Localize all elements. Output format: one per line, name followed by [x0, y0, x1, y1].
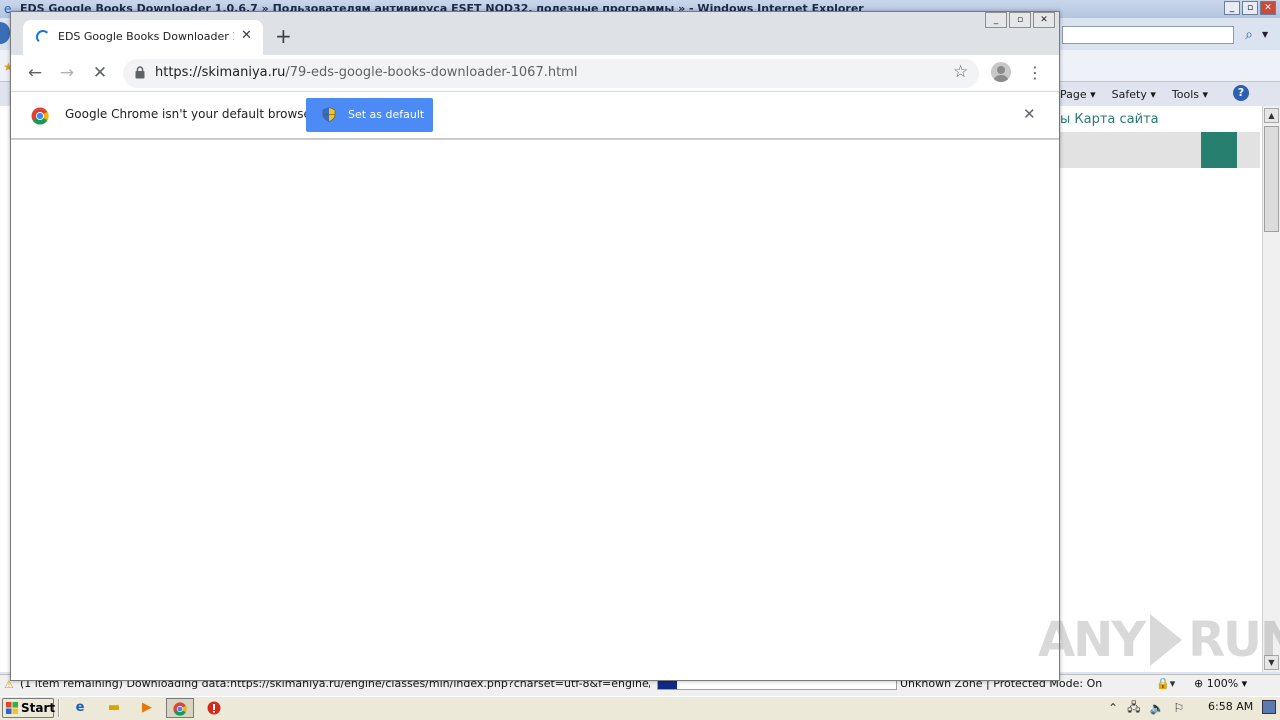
network-icon[interactable]: 🖧: [1127, 698, 1140, 719]
protected-mode-icon[interactable]: 🔒▾: [1156, 677, 1175, 690]
chrome-window-controls: _ ▫ ✕: [985, 12, 1055, 28]
infobar-message: Google Chrome isn't your default browser: [65, 107, 316, 121]
uac-shield-icon: [322, 107, 336, 122]
ie-restore-button[interactable]: ▫: [1242, 1, 1258, 15]
scrollbar-thumb[interactable]: [1264, 126, 1279, 232]
ie-minimize-button[interactable]: _: [1224, 1, 1240, 15]
volume-icon[interactable]: 🔈: [1149, 701, 1164, 715]
anyrun-watermark: ANY RUN: [1038, 610, 1280, 670]
url-text[interactable]: https://skimaniya.ru/79-eds-google-books…: [155, 65, 577, 80]
clock[interactable]: 6:58 AM: [1208, 700, 1253, 713]
page-teal-block: [1201, 132, 1237, 168]
ie-command-bar: Page ▾ Safety ▾ Tools ▾: [1060, 84, 1208, 104]
chrome-window: _ ▫ ✕ EDS Google Books Downloader 1.0.6 …: [10, 11, 1060, 681]
system-tray: ⌃ 🖧 🔈 ⚐: [1108, 698, 1280, 718]
chrome-restore-button[interactable]: ▫: [1009, 12, 1031, 28]
watermark-right: RUN: [1188, 612, 1280, 668]
tab-title: EDS Google Books Downloader 1.0.6: [58, 30, 234, 43]
back-arrow-icon[interactable]: ←: [23, 61, 47, 85]
bookmark-star-icon[interactable]: ☆: [953, 62, 968, 82]
tab-close-icon[interactable]: ✕: [241, 28, 252, 44]
lock-icon: [135, 66, 145, 79]
kebab-menu-icon[interactable]: ⋮: [1027, 61, 1043, 85]
media-player-icon[interactable]: ▶: [133, 698, 161, 718]
ie-taskbar-icon[interactable]: e: [66, 698, 94, 718]
default-browser-infobar: Google Chrome isn't your default browser…: [11, 91, 1059, 139]
chrome-taskbar-button[interactable]: [166, 698, 194, 718]
ie-close-button[interactable]: ✕: [1260, 1, 1276, 15]
profile-icon: [994, 66, 1008, 82]
scroll-up-icon[interactable]: ▲: [1264, 108, 1279, 123]
ie-search-input[interactable]: [1062, 26, 1234, 44]
chrome-tab[interactable]: EDS Google Books Downloader 1.0.6 ✕: [23, 20, 263, 55]
avatar[interactable]: [991, 62, 1011, 82]
url-host: https://skimaniya.ru: [155, 65, 286, 80]
chrome-page-content: [11, 140, 1059, 680]
set-as-default-button[interactable]: Set as default: [306, 98, 433, 132]
help-icon[interactable]: ?: [1233, 85, 1249, 101]
address-bar[interactable]: https://skimaniya.ru/79-eds-google-books…: [123, 59, 979, 88]
folder-icon[interactable]: ▬: [100, 698, 128, 718]
ie-cmd-safety[interactable]: Safety ▾: [1112, 88, 1156, 101]
chrome-logo-icon: [173, 702, 187, 716]
watermark-left: ANY: [1038, 612, 1146, 668]
set-as-default-label: Set as default: [348, 108, 425, 121]
taskbar-separator: [58, 699, 60, 717]
flag-icon[interactable]: ⚐: [1173, 701, 1184, 715]
chrome-tabstrip: _ ▫ ✕ EDS Google Books Downloader 1.0.6 …: [11, 12, 1059, 55]
ie-cmd-page[interactable]: Page ▾: [1060, 88, 1096, 101]
ie-scrollbar[interactable]: ▲ ▼: [1262, 106, 1280, 672]
tray-expand-icon[interactable]: ⌃: [1108, 701, 1118, 715]
windows-logo-icon: [6, 702, 18, 714]
ie-cmd-tools[interactable]: Tools ▾: [1172, 88, 1208, 101]
ie-progress-bar: [657, 680, 897, 690]
url-path: /79-eds-google-books-downloader-1067.htm…: [285, 65, 578, 80]
stop-sign-icon[interactable]: [200, 698, 228, 718]
stop-loading-icon[interactable]: ✕: [88, 61, 112, 85]
start-button[interactable]: Start: [2, 698, 56, 718]
start-label: Start: [21, 701, 56, 715]
ie-zoom-level[interactable]: ⊕ 100% ▾: [1194, 677, 1247, 690]
search-icon[interactable]: ⌕: [1238, 25, 1260, 45]
ie-progress-fill: [658, 681, 678, 689]
infobar-close-icon[interactable]: ✕: [1023, 105, 1036, 123]
ie-window-controls: _ ▫ ✕: [1224, 1, 1276, 15]
play-icon: [1150, 614, 1183, 666]
chrome-minimize-button[interactable]: _: [985, 12, 1007, 28]
chevron-down-icon[interactable]: ▼: [1262, 25, 1274, 45]
forward-arrow-icon[interactable]: →: [55, 61, 79, 85]
chrome-toolbar: ← → ✕ https://skimaniya.ru/79-eds-google…: [11, 55, 1059, 91]
chrome-close-button[interactable]: ✕: [1033, 12, 1055, 28]
show-desktop-button[interactable]: [1262, 700, 1276, 714]
chrome-logo-icon: [31, 107, 49, 125]
site-map-link[interactable]: ы Карта сайта: [1060, 112, 1159, 127]
new-tab-icon[interactable]: +: [275, 26, 292, 46]
loading-spinner-icon: [36, 30, 50, 44]
